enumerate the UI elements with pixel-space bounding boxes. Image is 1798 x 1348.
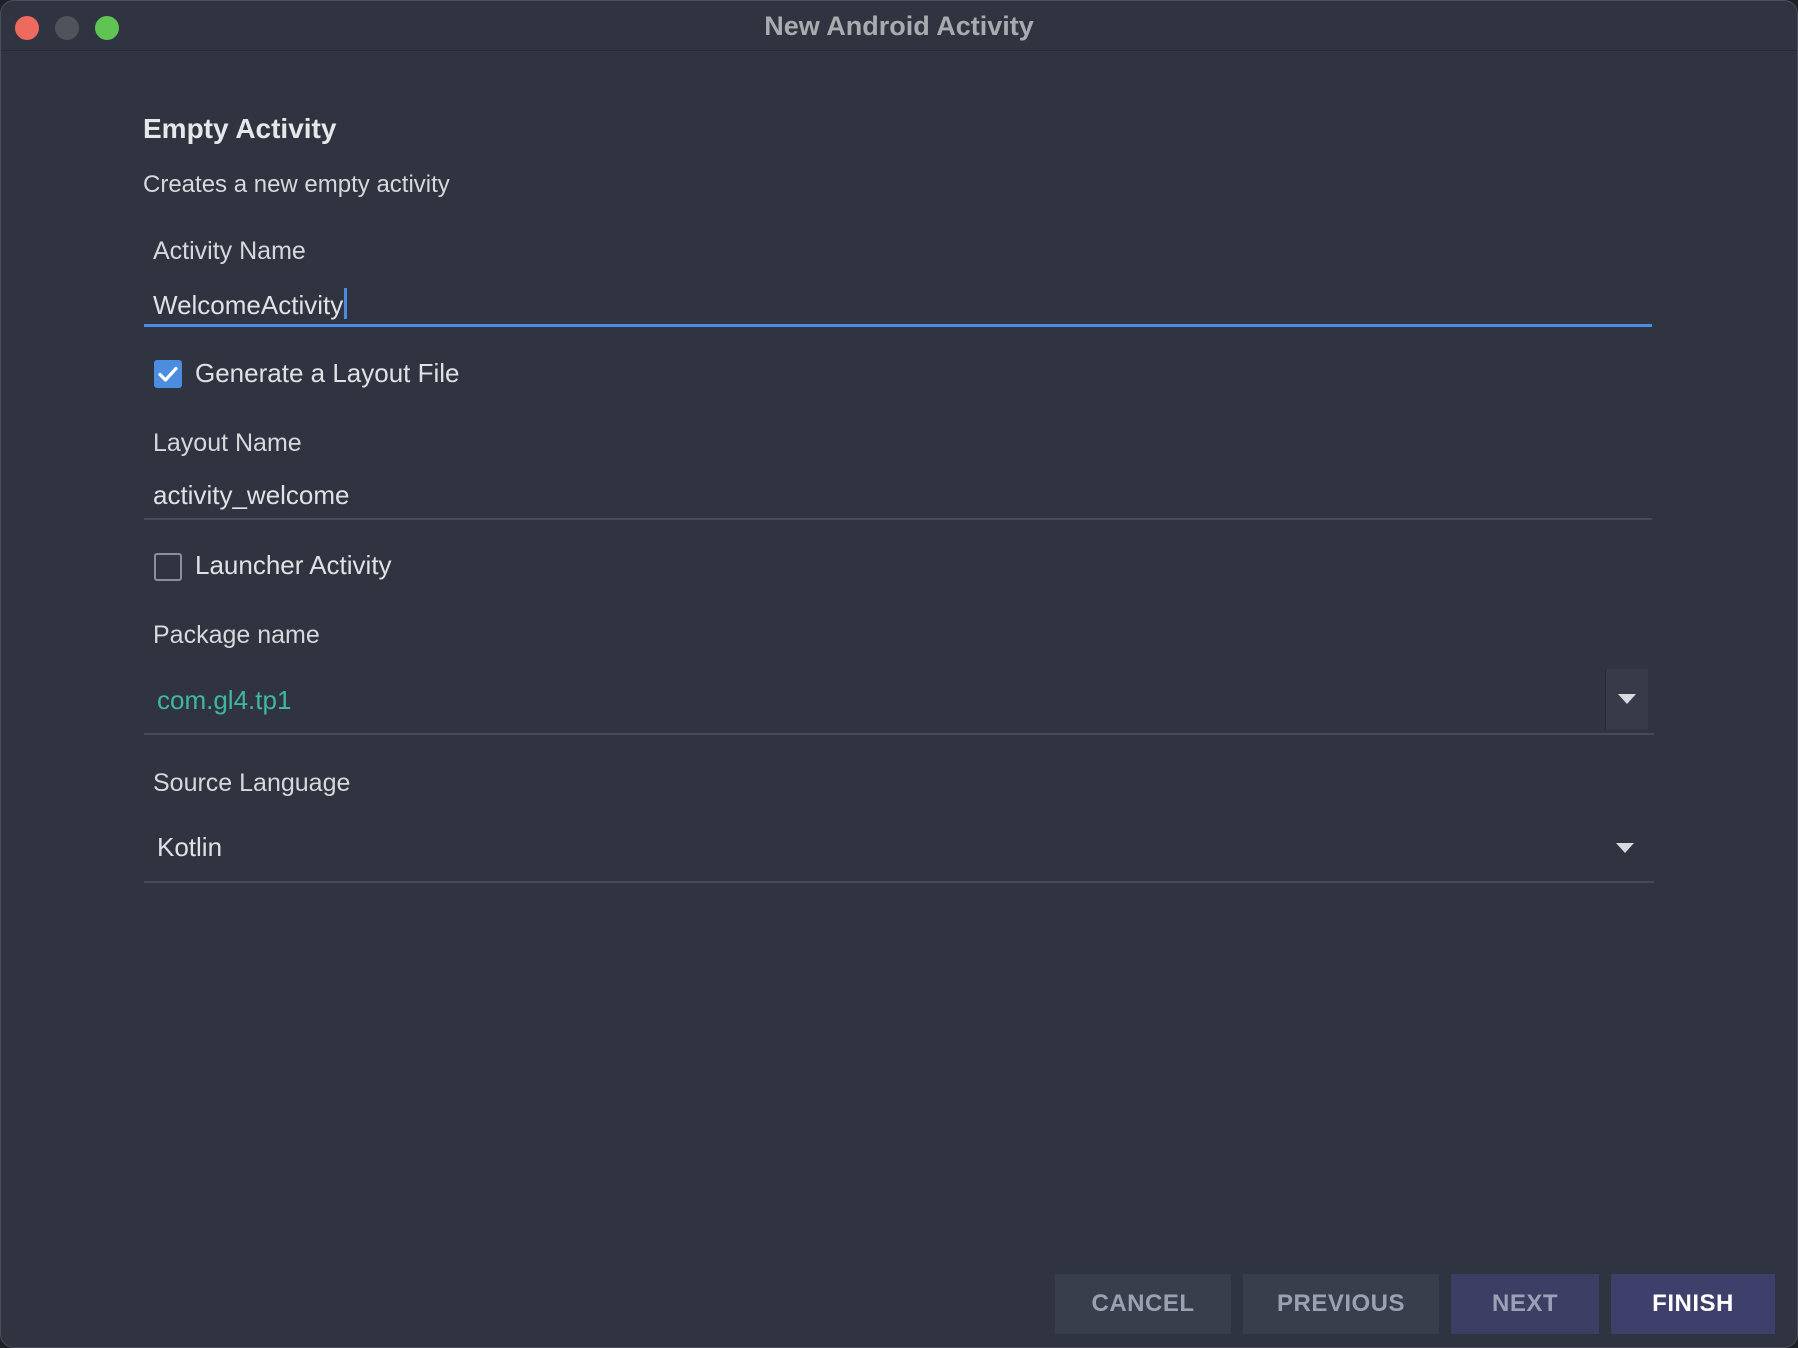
package-name-dropdown-button[interactable]	[1605, 669, 1648, 729]
activity-name-label: Activity Name	[153, 237, 306, 265]
activity-name-input[interactable]: WelcomeActivity	[153, 288, 348, 321]
generate-layout-label[interactable]: Generate a Layout File	[195, 358, 460, 389]
source-language-underline	[144, 881, 1654, 883]
package-name-combo[interactable]: com.gl4.tp1	[157, 685, 291, 716]
next-button[interactable]: NEXT	[1451, 1274, 1599, 1334]
launcher-activity-label[interactable]: Launcher Activity	[195, 550, 392, 581]
package-name-underline	[144, 733, 1654, 735]
activity-name-value: WelcomeActivity	[153, 290, 344, 320]
finish-button[interactable]: FINISH	[1611, 1274, 1775, 1334]
triangle-down-icon	[1618, 694, 1636, 704]
activity-name-underline	[144, 324, 1652, 327]
template-heading: Empty Activity	[143, 113, 337, 144]
generate-layout-checkbox[interactable]	[154, 360, 182, 388]
text-caret	[344, 288, 348, 319]
previous-button[interactable]: PREVIOUS	[1243, 1274, 1439, 1334]
window-title: New Android Activity	[764, 11, 1034, 41]
layout-name-label: Layout Name	[153, 429, 302, 457]
layout-name-underline	[144, 518, 1652, 520]
launcher-activity-checkbox[interactable]	[154, 553, 182, 581]
source-language-label: Source Language	[153, 769, 351, 797]
source-language-select[interactable]: Kotlin	[157, 832, 222, 863]
cancel-button[interactable]: CANCEL	[1055, 1274, 1231, 1334]
package-name-label: Package name	[153, 621, 320, 649]
check-icon	[158, 366, 178, 382]
template-description: Creates a new empty activity	[143, 171, 450, 198]
layout-name-input[interactable]: activity_welcome	[153, 480, 350, 511]
dialog-window: New Android Activity Empty Activity Crea…	[0, 0, 1798, 1348]
triangle-down-icon[interactable]	[1616, 843, 1634, 853]
title-bar: New Android Activity	[1, 1, 1797, 51]
